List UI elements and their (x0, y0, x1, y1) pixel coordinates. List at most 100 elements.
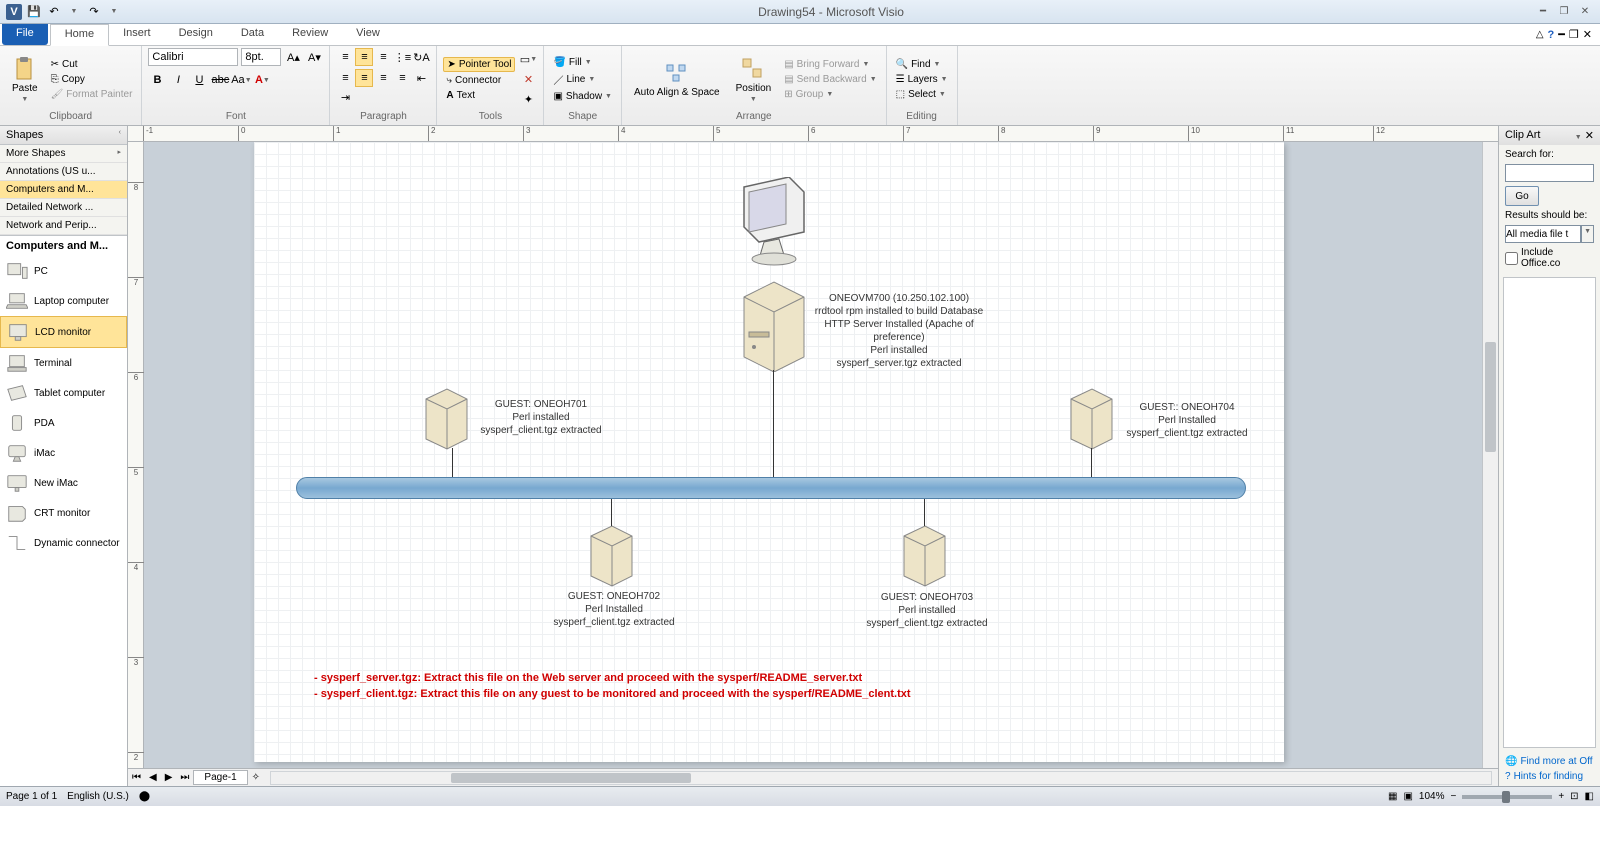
more-shapes[interactable]: More Shapes▸ (0, 145, 127, 163)
tab-data[interactable]: Data (227, 24, 278, 45)
shape-tablet[interactable]: Tablet computer (0, 378, 127, 408)
case-button[interactable]: Aa▼ (232, 71, 250, 89)
shape-dynamic-connector[interactable]: Dynamic connector (0, 528, 127, 558)
copy-button[interactable]: ⎘Copy (48, 73, 136, 86)
bold-button[interactable]: B (148, 71, 166, 89)
rotate-text-icon[interactable]: ↻A (412, 48, 430, 66)
switch-windows-icon[interactable]: ◧ (1585, 791, 1594, 802)
qat-customize-icon[interactable]: ▼ (106, 4, 122, 20)
stencil-annotations[interactable]: Annotations (US u... (0, 163, 127, 181)
send-backward-button[interactable]: ▤Send Backward▼ (781, 73, 879, 86)
view-normal-icon[interactable]: ▦ (1388, 791, 1397, 802)
conn-701[interactable] (452, 448, 453, 477)
fill-button[interactable]: 🪣Fill▼ (550, 56, 615, 69)
results-type-select[interactable] (1505, 225, 1581, 243)
stencil-computers[interactable]: Computers and M... (0, 181, 127, 199)
guest-702-label[interactable]: GUEST: ONEOH702Perl Installedsysperf_cli… (549, 590, 679, 629)
bullets-icon[interactable]: ⋮≡ (393, 48, 411, 66)
layers-button[interactable]: ☰Layers▼ (893, 73, 951, 86)
vscroll-thumb[interactable] (1485, 342, 1496, 452)
drawing-canvas[interactable]: ONEOVM700 (10.250.102.100)rrdtool rpm in… (144, 142, 1482, 768)
fit-window-icon[interactable]: ⊡ (1570, 791, 1578, 802)
underline-button[interactable]: U (190, 71, 208, 89)
paste-button[interactable]: Paste ▼ (6, 55, 44, 105)
position-button[interactable]: Position▼ (730, 55, 778, 105)
connection-point-icon[interactable]: ✦ (519, 91, 537, 109)
conn-704[interactable] (1091, 448, 1092, 477)
doc-close-icon[interactable]: ✕ (1583, 28, 1592, 41)
zoom-slider[interactable] (1462, 795, 1552, 799)
tab-prev-icon[interactable]: ◀ (145, 772, 161, 783)
line-button[interactable]: ／Line▼ (550, 71, 615, 88)
include-office-check[interactable]: Include Office.co (1505, 247, 1594, 269)
stencil-detailed-network[interactable]: Detailed Network ... (0, 199, 127, 217)
note-client[interactable]: - sysperf_client.tgz: Extract this file … (314, 688, 911, 700)
align-right-icon[interactable]: ≡ (374, 69, 392, 87)
indent-dec-icon[interactable]: ⇤ (412, 69, 430, 87)
guest-701-label[interactable]: GUEST: ONEOH701Perl installedsysperf_cli… (476, 398, 606, 437)
format-painter-button[interactable]: 🖌Format Painter (48, 88, 136, 101)
shape-pc[interactable]: PC (0, 256, 127, 286)
shape-laptop[interactable]: Laptop computer (0, 286, 127, 316)
lcd-monitor-shape[interactable] (734, 177, 814, 267)
conn-main[interactable] (773, 370, 774, 477)
zoom-thumb[interactable] (1502, 791, 1510, 803)
tab-file[interactable]: File (2, 24, 48, 45)
grow-font-icon[interactable]: A▴ (284, 48, 302, 66)
guest-704-label[interactable]: GUEST:: ONEOH704Perl Installedsysperf_cl… (1122, 401, 1252, 440)
shape-new-imac[interactable]: New iMac (0, 468, 127, 498)
undo-dropdown-icon[interactable]: ▼ (66, 4, 82, 20)
font-color-button[interactable]: A▼ (253, 71, 271, 89)
align-middle-icon[interactable]: ≡ (355, 48, 373, 66)
shape-pda[interactable]: PDA (0, 408, 127, 438)
help-icon[interactable]: ? (1548, 29, 1555, 41)
drawing-page[interactable]: ONEOVM700 (10.250.102.100)rrdtool rpm in… (254, 142, 1284, 762)
shape-imac[interactable]: iMac (0, 438, 127, 468)
italic-button[interactable]: I (169, 71, 187, 89)
pointer-tool-button[interactable]: ➤Pointer Tool (443, 57, 515, 72)
align-bottom-icon[interactable]: ≡ (374, 48, 392, 66)
text-tool-button[interactable]: AText (443, 89, 515, 102)
close-icon[interactable]: ✕ (1576, 5, 1594, 19)
collapse-icon[interactable]: ‹ (119, 129, 121, 141)
macro-record-icon[interactable]: ⬤ (139, 791, 150, 802)
clipart-close-icon[interactable]: ✕ (1585, 130, 1594, 142)
language-status[interactable]: English (U.S.) (67, 791, 129, 802)
strike-button[interactable]: abc (211, 71, 229, 89)
tab-first-icon[interactable]: ⏮ (128, 772, 145, 783)
guest-704-shape[interactable] (1064, 385, 1119, 450)
network-bus[interactable] (296, 477, 1246, 499)
cut-button[interactable]: ✂Cut (48, 58, 136, 71)
tab-review[interactable]: Review (278, 24, 342, 45)
align-justify-icon[interactable]: ≡ (393, 69, 411, 87)
indent-inc-icon[interactable]: ⇥ (336, 88, 354, 106)
zoom-in-icon[interactable]: + (1558, 791, 1564, 802)
clipart-search-input[interactable] (1505, 164, 1594, 182)
bring-forward-button[interactable]: ▤Bring Forward▼ (781, 58, 879, 71)
doc-restore-icon[interactable]: ❐ (1569, 28, 1579, 41)
tab-home[interactable]: Home (50, 24, 109, 46)
horizontal-scrollbar[interactable] (270, 771, 1492, 785)
redo-icon[interactable]: ↷ (86, 4, 102, 20)
doc-minimize-icon[interactable]: ━ (1558, 28, 1565, 41)
shape-terminal[interactable]: Terminal (0, 348, 127, 378)
conn-703[interactable] (924, 499, 925, 526)
align-left-icon[interactable]: ≡ (336, 69, 354, 87)
align-top-icon[interactable]: ≡ (336, 48, 354, 66)
tab-design[interactable]: Design (165, 24, 227, 45)
delete-connector-icon[interactable]: ✕ (519, 71, 537, 89)
page-tab-1[interactable]: Page-1 (193, 770, 247, 785)
guest-701-shape[interactable] (419, 385, 474, 450)
save-icon[interactable]: 💾 (26, 4, 42, 20)
server-main-shape[interactable] (734, 277, 814, 372)
clipart-go-button[interactable]: Go (1505, 186, 1539, 206)
font-name-combo[interactable] (148, 48, 238, 66)
tab-insert[interactable]: Insert (109, 24, 165, 45)
note-server[interactable]: - sysperf_server.tgz: Extract this file … (314, 672, 862, 684)
new-page-icon[interactable]: ✧ (248, 772, 264, 783)
view-fullscreen-icon[interactable]: ▣ (1403, 791, 1412, 802)
restore-icon[interactable]: ❐ (1555, 5, 1573, 19)
hints-link[interactable]: ?Hints for finding (1505, 771, 1594, 782)
font-size-combo[interactable] (241, 48, 281, 66)
hscroll-thumb[interactable] (451, 773, 691, 783)
